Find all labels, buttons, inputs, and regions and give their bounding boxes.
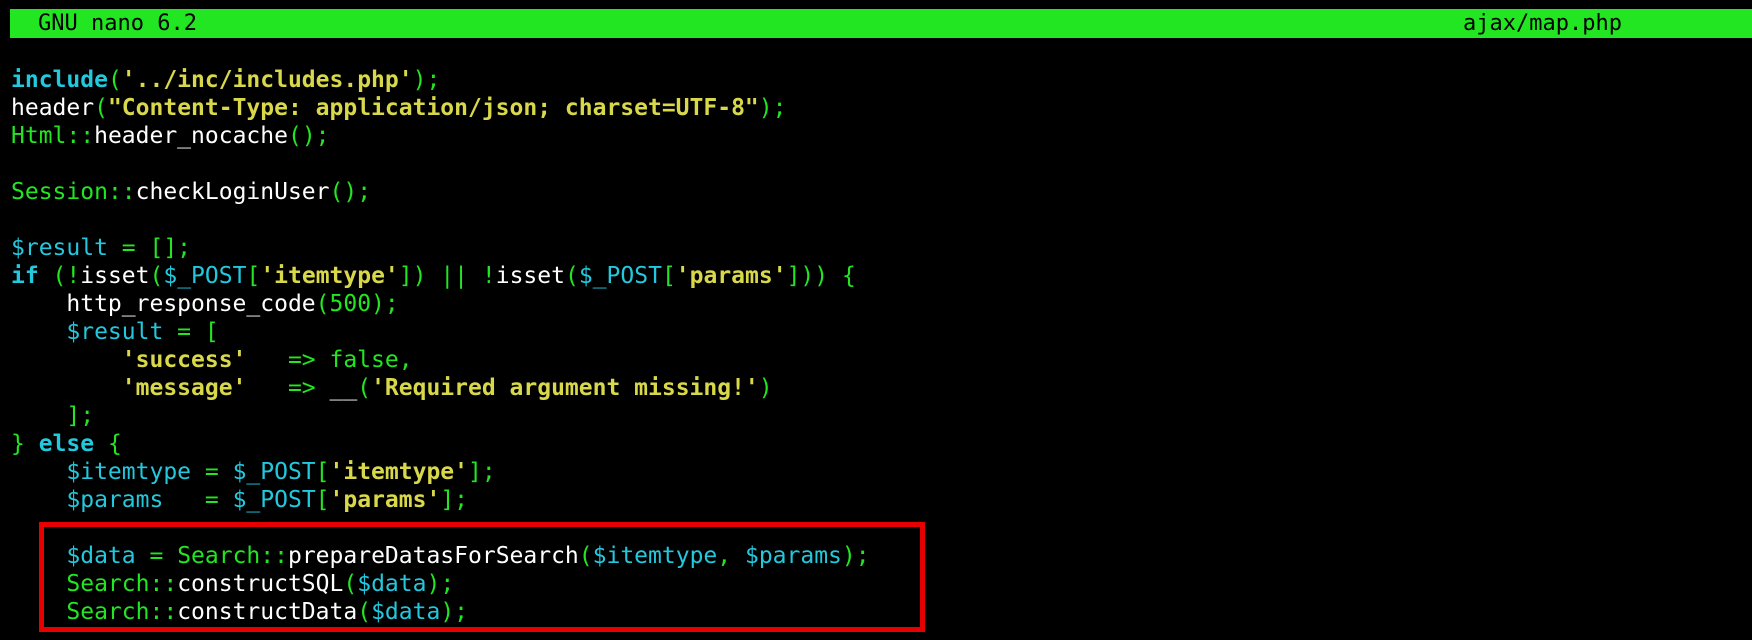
code-token: header xyxy=(11,95,95,121)
code-line[interactable]: $result = [ xyxy=(11,318,1752,346)
code-line[interactable]: http_response_code(500); xyxy=(11,290,1752,318)
code-token: 'params' xyxy=(675,263,787,289)
code-token: $_POST xyxy=(232,487,316,513)
code-line[interactable]: include('../inc/includes.php'); xyxy=(11,66,1752,94)
code-line[interactable]: ]; xyxy=(11,402,1752,430)
code-line[interactable] xyxy=(11,150,1752,178)
code-token: [ xyxy=(661,263,676,289)
code-token: header_nocache xyxy=(94,123,288,149)
code-token: ])) { xyxy=(786,263,856,289)
code-token: ( xyxy=(149,263,164,289)
code-token: 'params' xyxy=(329,487,441,513)
code-line[interactable]: } else { xyxy=(11,430,1752,458)
code-token: [ xyxy=(315,459,330,485)
code-token: $result xyxy=(11,235,108,261)
code-token: = [ xyxy=(163,319,219,345)
code-token: (); xyxy=(287,123,330,149)
code-token: ( xyxy=(564,263,579,289)
code-token: => xyxy=(246,375,330,401)
nano-titlebar: GNU nano 6.2 ajax/map.php xyxy=(10,9,1752,38)
code-token: [ xyxy=(315,487,330,513)
code-token: "Content-Type: application/json; charset… xyxy=(107,95,759,121)
code-token: [ xyxy=(246,263,261,289)
code-token: = xyxy=(163,487,233,513)
code-token: $params xyxy=(66,487,164,513)
code-token: ]; xyxy=(11,403,95,429)
code-token: => false, xyxy=(246,347,413,373)
code-token: } xyxy=(11,431,39,457)
code-token: (! xyxy=(38,263,81,289)
code-token: ( xyxy=(357,375,372,401)
code-token: ( xyxy=(315,291,330,317)
code-token: isset xyxy=(80,263,150,289)
code-token: ) xyxy=(758,375,773,401)
code-line[interactable]: if (!isset($_POST['itemtype']) || !isset… xyxy=(11,262,1752,290)
code-token: $itemtype xyxy=(66,459,192,485)
code-token: ); xyxy=(758,95,787,121)
code-token: 'success' xyxy=(121,347,247,373)
code-line[interactable]: $itemtype = $_POST['itemtype']; xyxy=(11,458,1752,486)
code-token: $_POST xyxy=(578,263,662,289)
code-token: ); xyxy=(371,291,399,317)
code-token: $result xyxy=(66,319,164,345)
code-token: Html xyxy=(11,123,67,149)
code-token: isset xyxy=(495,263,565,289)
app-version-label: GNU nano 6.2 xyxy=(38,11,197,36)
code-token: 'itemtype' xyxy=(329,459,468,485)
filename-label: ajax/map.php xyxy=(1463,11,1622,36)
code-token: :: xyxy=(107,179,136,205)
code-token: $_POST xyxy=(232,459,316,485)
code-token: = []; xyxy=(107,235,192,261)
code-token: { xyxy=(94,431,122,457)
code-line[interactable] xyxy=(11,206,1752,234)
code-token: else xyxy=(38,431,95,457)
code-token: if xyxy=(11,263,39,289)
code-line[interactable]: Session::checkLoginUser(); xyxy=(11,178,1752,206)
code-token: ]) || ! xyxy=(398,263,496,289)
code-line[interactable]: $result = []; xyxy=(11,234,1752,262)
code-token: checkLoginUser xyxy=(135,179,330,205)
code-line[interactable]: Html::header_nocache(); xyxy=(11,122,1752,150)
code-token: = xyxy=(191,459,233,485)
code-token: $_POST xyxy=(163,263,247,289)
code-line[interactable]: 'success' => false, xyxy=(11,346,1752,374)
code-line[interactable]: $params = $_POST['params']; xyxy=(11,486,1752,514)
code-token: __ xyxy=(329,375,358,401)
code-line[interactable]: header("Content-Type: application/json; … xyxy=(11,94,1752,122)
code-token: '../inc/includes.php' xyxy=(121,67,413,93)
code-token: :: xyxy=(66,123,95,149)
code-token: ]; xyxy=(440,487,469,513)
code-token: ]; xyxy=(468,459,496,485)
code-token: http_response_code xyxy=(66,291,316,317)
code-token: (); xyxy=(329,179,372,205)
code-line[interactable]: 'message' => __('Required argument missi… xyxy=(11,374,1752,402)
code-token: 'itemtype' xyxy=(260,263,399,289)
code-token: ( xyxy=(94,95,108,121)
code-token: 500 xyxy=(329,291,372,317)
code-token: ); xyxy=(412,67,441,93)
code-token: Session xyxy=(11,179,108,205)
highlight-annotation-box xyxy=(39,522,925,632)
code-token: ( xyxy=(107,67,122,93)
code-token: 'Required argument missing!' xyxy=(371,375,759,401)
code-token: 'message' xyxy=(121,375,247,401)
code-token: include xyxy=(11,67,108,93)
